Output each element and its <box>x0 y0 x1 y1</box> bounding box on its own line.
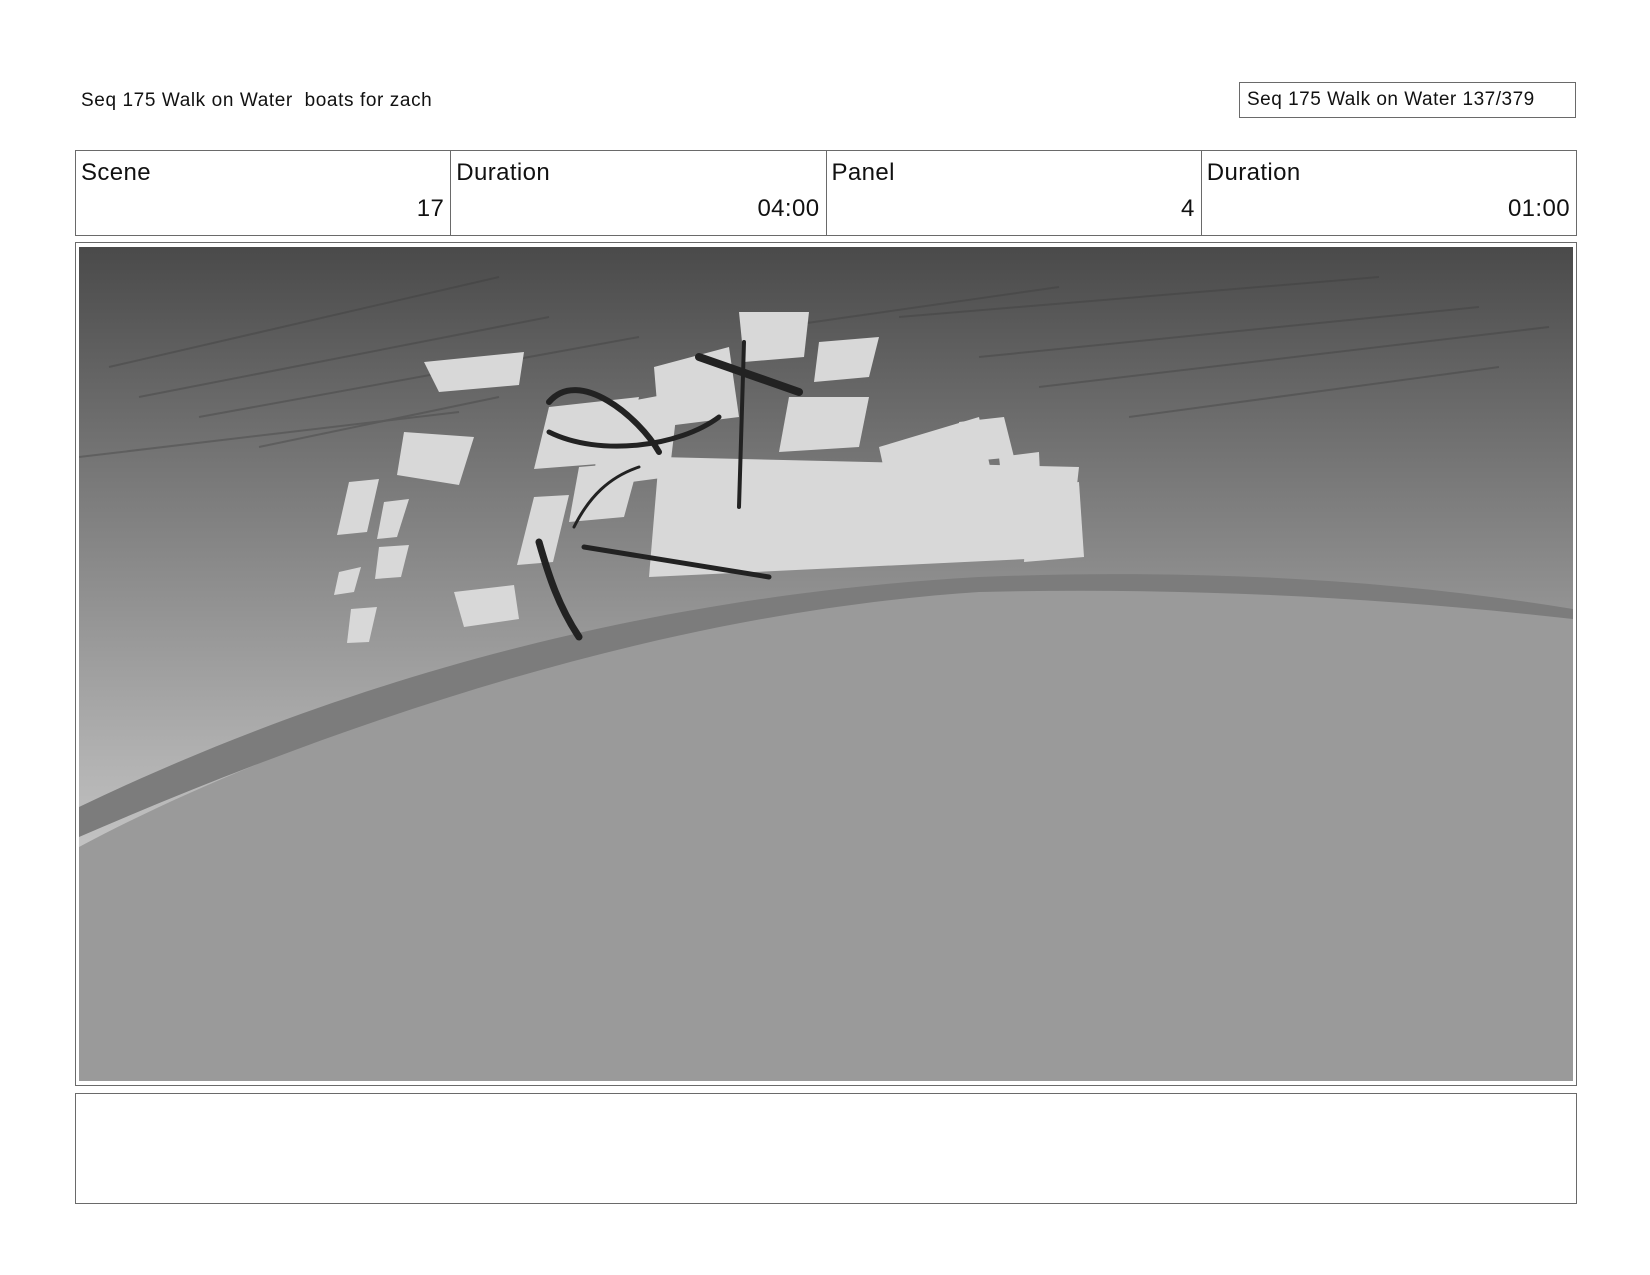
sequence-title: Seq 175 Walk on Water boats for zach <box>81 90 433 111</box>
scene-label: Scene <box>81 159 152 186</box>
panel-duration-value: 01:00 <box>1507 195 1570 222</box>
panel-duration-label: Duration <box>1206 159 1301 186</box>
panel-notes-box <box>75 1093 1577 1204</box>
panel-label: Panel <box>831 159 895 186</box>
scene-duration-cell: Duration 04:00 <box>451 151 827 235</box>
scene-number: 17 <box>416 195 445 222</box>
panel-cell: Panel 4 <box>827 151 1202 235</box>
scene-duration-value: 04:00 <box>757 195 820 222</box>
scene-cell: Scene 17 <box>76 151 452 235</box>
storyboard-panel-drawing <box>79 247 1573 1081</box>
page-counter: Seq 175 Walk on Water 137/379 <box>1239 82 1576 118</box>
panel-duration-cell: Duration 01:00 <box>1202 151 1576 235</box>
storyboard-panel-frame <box>75 242 1577 1086</box>
scene-duration-label: Duration <box>456 159 551 186</box>
scene-info-table: Scene 17 Duration 04:00 Panel 4 Duration… <box>75 150 1577 236</box>
panel-number: 4 <box>1181 195 1195 222</box>
